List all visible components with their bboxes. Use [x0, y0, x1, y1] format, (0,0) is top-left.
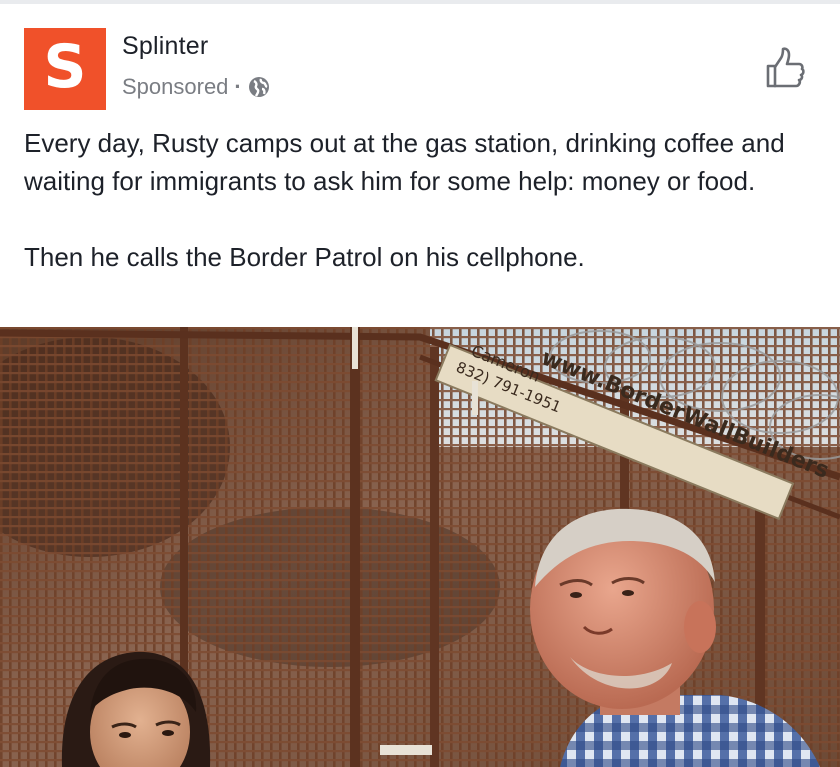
- post-header: S Splinter Sponsored ·: [24, 26, 816, 110]
- sponsored-label[interactable]: Sponsored: [122, 74, 228, 100]
- page-name-link[interactable]: Splinter: [122, 32, 208, 61]
- post-paragraph: Then he calls the Border Patrol on his c…: [24, 242, 585, 272]
- globe-icon: [248, 76, 270, 98]
- post-body: Every day, Rusty camps out at the gas st…: [24, 124, 814, 276]
- page-avatar[interactable]: S: [24, 28, 106, 110]
- post-paragraph: Every day, Rusty camps out at the gas st…: [24, 128, 785, 196]
- photo-border-fence-scene: www.BorderWallBuilders Cameron 832) 791-…: [0, 327, 840, 767]
- meta-separator: ·: [234, 74, 242, 99]
- thumbs-up-icon[interactable]: [764, 46, 806, 90]
- feed-separator: [0, 0, 840, 4]
- avatar-logo-letter: S: [43, 32, 87, 102]
- post-photo[interactable]: www.BorderWallBuilders Cameron 832) 791-…: [0, 327, 840, 767]
- post-meta: Sponsored ·: [122, 74, 270, 100]
